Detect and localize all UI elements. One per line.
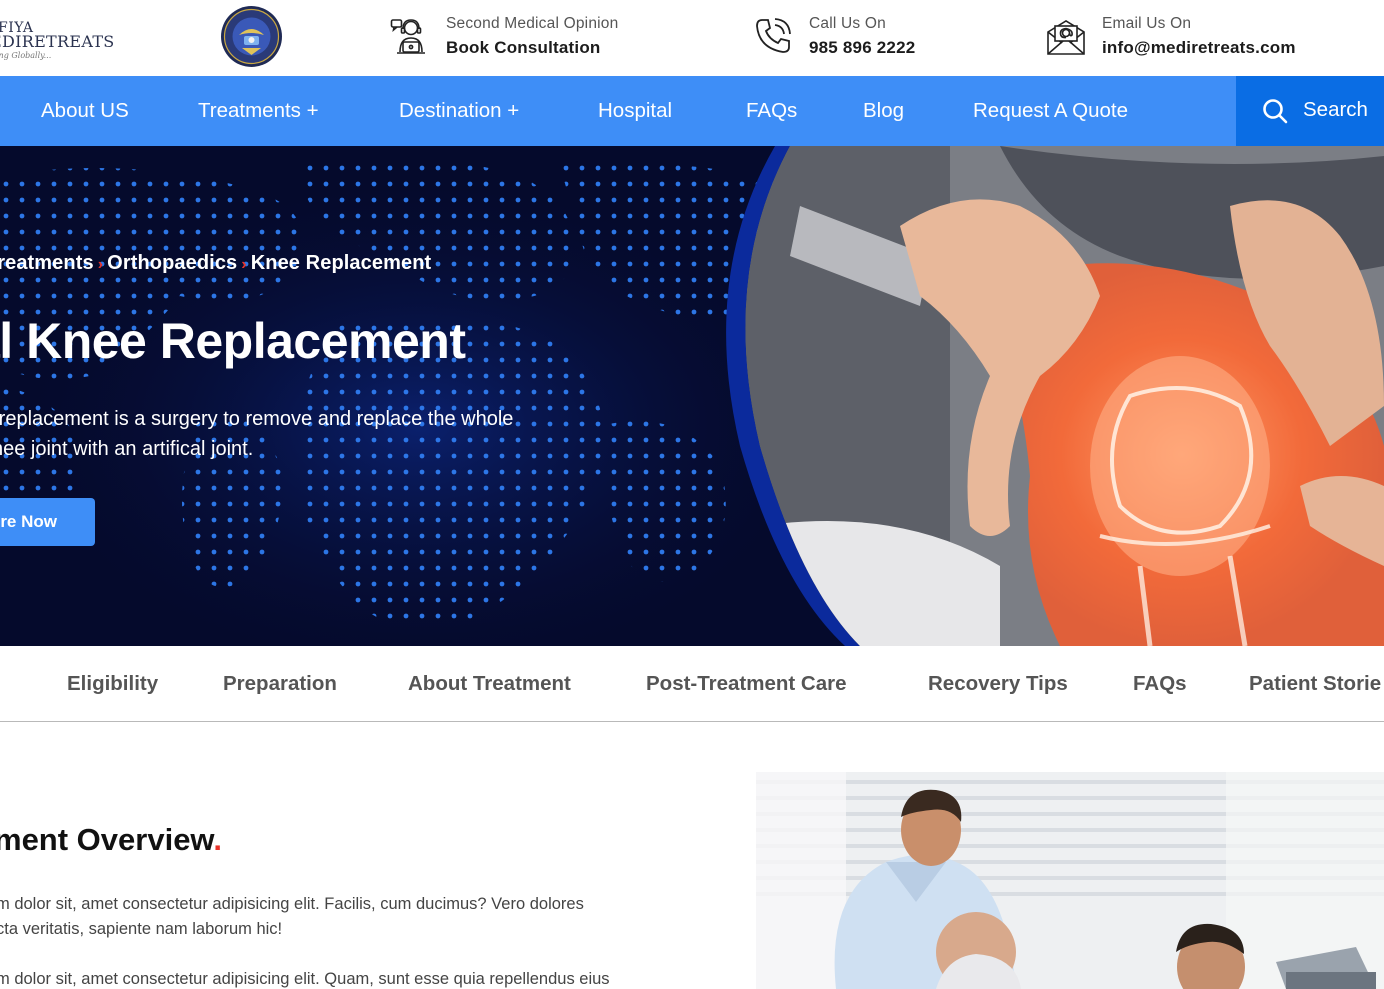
search-label: Search	[1303, 98, 1368, 121]
tab-faqs[interactable]: FAQs	[1133, 646, 1187, 722]
breadcrumb-current: Knee Replacement	[250, 252, 432, 274]
section-tabs: › Eligibility Preparation About Treatmen…	[0, 646, 1384, 722]
doctor-consultation-photo	[756, 772, 1384, 989]
book-consultation-link[interactable]: Book Consultation	[446, 38, 601, 58]
tab-about-treatment[interactable]: About Treatment	[408, 646, 571, 722]
nav-destination[interactable]: Destination +	[399, 76, 519, 146]
logo-tagline: ing Globally...	[0, 51, 52, 60]
nav-blog[interactable]: Blog	[863, 76, 904, 146]
overview-p2-line1: m dolor sit, amet consectetur adipisicin…	[0, 970, 610, 988]
hero-banner: Treatments›Orthopaedics›Knee Replacement…	[0, 146, 1384, 646]
site-logo[interactable]: FIYA EDIRETREATS ing Globally...	[0, 18, 120, 66]
tab-post-treatment-care[interactable]: Post-Treatment Care	[646, 646, 847, 722]
overview-heading-text: ment Overview	[0, 822, 214, 857]
nav-faqs[interactable]: FAQs	[746, 76, 797, 146]
consultant-icon	[390, 19, 425, 54]
nav-treatments[interactable]: Treatments +	[198, 76, 319, 146]
mail-icon	[1047, 20, 1085, 55]
search-button[interactable]: Search	[1236, 76, 1384, 146]
email-label: Email Us On	[1102, 15, 1192, 32]
hero-description-line1: e replacement is a surgery to remove and…	[0, 408, 514, 430]
logo-text-line2: EDIRETREATS	[0, 32, 115, 51]
main-navigation: About US Treatments + Destination + Hosp…	[0, 76, 1384, 146]
overview-paragraph-2: m dolor sit, amet consectetur adipisicin…	[0, 967, 686, 989]
breadcrumb-treatments[interactable]: Treatments	[0, 252, 94, 274]
nav-about-us[interactable]: About US	[41, 76, 129, 146]
hero-description: e replacement is a surgery to remove and…	[0, 404, 622, 464]
overview-heading: ment Overview.	[0, 822, 222, 858]
tab-recovery-tips[interactable]: Recovery Tips	[928, 646, 1068, 722]
tab-preparation[interactable]: Preparation	[223, 646, 337, 722]
overview-p1-line1: m dolor sit, amet consectetur adipisicin…	[0, 895, 584, 913]
tab-overview-partial[interactable]: ›	[0, 646, 1, 722]
tab-patient-stories[interactable]: Patient Storie	[1249, 646, 1381, 722]
accreditation-badge-icon	[221, 6, 282, 67]
knee-pain-photo	[726, 146, 1384, 646]
breadcrumb-separator-icon: ›	[97, 256, 104, 273]
breadcrumb-orthopaedics[interactable]: Orthopaedics	[107, 252, 237, 274]
tab-eligibility[interactable]: Eligibility	[67, 646, 158, 722]
hero-description-line2: knee joint with an artifical joint.	[0, 438, 254, 460]
phone-label: Call Us On	[809, 15, 886, 32]
hero-cta-button[interactable]: re Now	[0, 498, 95, 546]
overview-p1-line2: cta veritatis, sapiente nam laborum hic!	[0, 920, 283, 938]
consultation-label: Second Medical Opinion	[446, 15, 619, 32]
top-header: FIYA EDIRETREATS ing Globally... Second …	[0, 0, 1384, 76]
breadcrumb-separator-icon: ›	[241, 256, 247, 273]
overview-heading-dot: .	[213, 822, 223, 857]
email-address-link[interactable]: info@mediretreats.com	[1102, 38, 1296, 58]
phone-icon	[756, 18, 791, 53]
breadcrumb: Treatments›Orthopaedics›Knee Replacement	[0, 252, 431, 275]
page-title: al Knee Replacement	[0, 313, 466, 369]
nav-hospital[interactable]: Hospital	[598, 76, 672, 146]
overview-paragraph-1: m dolor sit, amet consectetur adipisicin…	[0, 892, 686, 942]
nav-request-quote[interactable]: Request A Quote	[973, 76, 1128, 146]
phone-number-link[interactable]: 985 896 2222	[809, 38, 915, 58]
search-icon	[1263, 99, 1288, 124]
